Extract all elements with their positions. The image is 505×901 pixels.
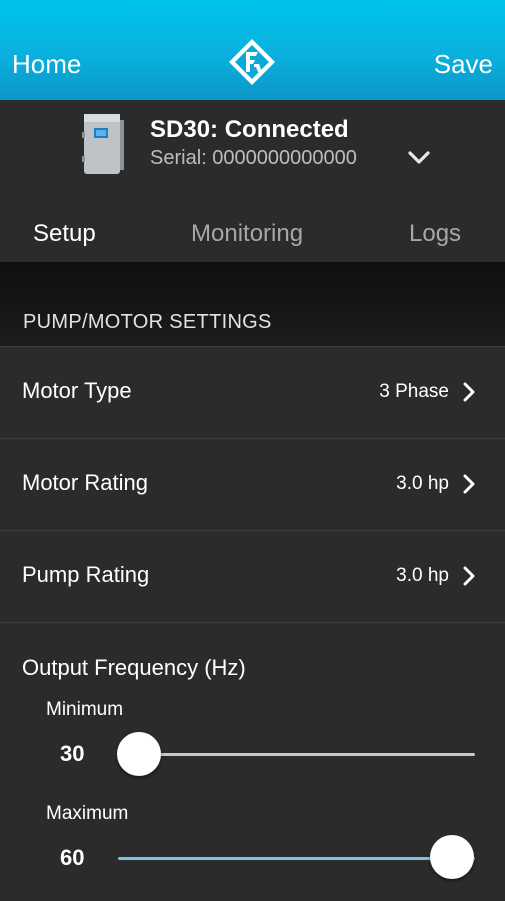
motor-type-row[interactable]: Motor Type 3 Phase bbox=[0, 346, 505, 439]
maximum-value: 60 bbox=[60, 845, 85, 870]
section-title: PUMP/MOTOR SETTINGS bbox=[23, 311, 272, 333]
minimum-slider-track[interactable] bbox=[118, 753, 475, 756]
minimum-value: 30 bbox=[60, 741, 85, 766]
tab-monitoring[interactable]: Monitoring bbox=[191, 220, 303, 248]
pump-rating-value: 3.0 hp bbox=[396, 565, 449, 586]
output-frequency-panel: Output Frequency (Hz) Minimum 30 Maximum… bbox=[0, 622, 505, 901]
tab-logs[interactable]: Logs bbox=[409, 220, 461, 248]
section-header bbox=[0, 262, 505, 347]
header-bar: Home Save bbox=[0, 0, 505, 100]
home-button[interactable]: Home bbox=[12, 48, 81, 80]
chevron-right-icon bbox=[463, 566, 475, 586]
maximum-slider-track[interactable] bbox=[118, 857, 475, 860]
motor-rating-row[interactable]: Motor Rating 3.0 hp bbox=[0, 438, 505, 531]
minimum-label: Minimum bbox=[46, 699, 124, 720]
motor-rating-value: 3.0 hp bbox=[396, 473, 449, 494]
chevron-right-icon bbox=[463, 474, 475, 494]
save-button[interactable]: Save bbox=[434, 48, 493, 80]
pump-rating-row[interactable]: Pump Rating 3.0 hp bbox=[0, 530, 505, 623]
tab-setup[interactable]: Setup bbox=[33, 220, 96, 248]
motor-type-label: Motor Type bbox=[22, 378, 132, 403]
maximum-label: Maximum bbox=[46, 803, 129, 824]
franklin-logo-icon bbox=[229, 39, 275, 85]
motor-rating-label: Motor Rating bbox=[22, 470, 148, 495]
device-title: SD30: Connected bbox=[150, 116, 349, 143]
minimum-slider-thumb[interactable] bbox=[117, 732, 161, 776]
device-serial: Serial: 0000000000000 bbox=[150, 147, 357, 169]
motor-type-value: 3 Phase bbox=[379, 381, 449, 402]
pump-rating-label: Pump Rating bbox=[22, 562, 150, 587]
control-box-icon bbox=[82, 114, 124, 174]
chevron-down-icon[interactable] bbox=[408, 151, 430, 165]
chevron-right-icon bbox=[463, 382, 475, 402]
maximum-slider-thumb[interactable] bbox=[430, 835, 474, 879]
output-frequency-heading: Output Frequency (Hz) bbox=[22, 655, 246, 680]
